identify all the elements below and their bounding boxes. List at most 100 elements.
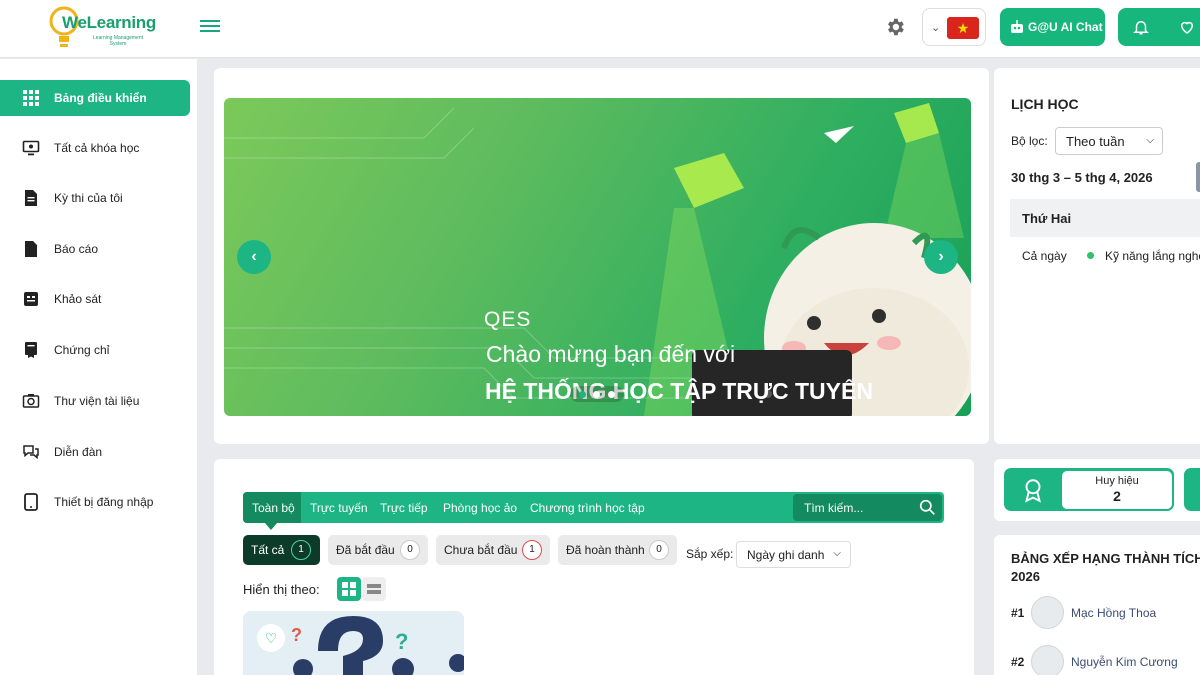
- carousel-dot[interactable]: [579, 391, 586, 398]
- pill-label: Đã bắt đầu: [336, 543, 395, 557]
- logo-text: WeLearning: [62, 13, 156, 32]
- filter-value: Theo tuần: [1066, 134, 1125, 149]
- sidebar-item-label: Khảo sát: [54, 292, 102, 306]
- tab-virtual-class[interactable]: Phòng học ảo: [443, 501, 517, 515]
- menu-toggle-icon[interactable]: [200, 17, 220, 35]
- logo-subtitle: Learning Management System: [92, 35, 144, 47]
- grid-view-button[interactable]: [337, 577, 361, 601]
- vietnam-flag-icon: ★: [947, 17, 979, 39]
- day-header: Thứ Hai: [1010, 199, 1200, 237]
- sidebar: Bảng điều khiển Tất cả khóa học Kỳ thi c…: [0, 59, 197, 675]
- banner-brand: QES: [484, 308, 532, 331]
- rank-name: Mạc Hồng Thoa: [1071, 606, 1157, 620]
- list-icon: [367, 584, 381, 594]
- event-name[interactable]: Kỹ năng lắng nghe: [1105, 249, 1200, 263]
- sidebar-item-dashboard[interactable]: Bảng điều khiển: [0, 80, 190, 116]
- document-icon: [25, 190, 37, 206]
- bell-icon[interactable]: [1132, 18, 1150, 36]
- sidebar-item-label: Tất cả khóa học: [54, 141, 140, 155]
- sidebar-item-reports[interactable]: Báo cáo: [0, 231, 190, 267]
- sidebar-item-label: Báo cáo: [54, 242, 99, 256]
- pill-count: 1: [522, 540, 542, 560]
- sidebar-item-label: Thiết bị đăng nhập: [54, 495, 154, 509]
- survey-icon: [24, 292, 38, 306]
- sidebar-item-library[interactable]: Thư viện tài liệu: [0, 383, 190, 419]
- search-icon[interactable]: [919, 499, 936, 516]
- rank-name: Nguyễn Kim Cương: [1071, 655, 1178, 669]
- tab-online[interactable]: Trực tuyến: [310, 501, 368, 515]
- sidebar-item-label: Kỳ thi của tôi: [54, 191, 123, 205]
- carousel-dots: [570, 386, 624, 402]
- active-tab-caret: [265, 523, 277, 530]
- file-icon: [25, 241, 37, 257]
- logo[interactable]: WeLearning Learning Management System: [48, 3, 156, 53]
- filter-started-pill[interactable]: Đã bắt đầu 0: [328, 535, 428, 565]
- event-status-dot: [1087, 252, 1094, 259]
- pill-label: Tất cả: [251, 543, 285, 557]
- badge-label: Huy hiệu: [1095, 475, 1139, 487]
- robot-icon: [1011, 20, 1023, 33]
- filter-not-started-pill[interactable]: Chưa bắt đầu 1: [436, 535, 550, 565]
- tab-offline[interactable]: Trực tiếp: [380, 501, 428, 515]
- day-label: Thứ Hai: [1022, 211, 1072, 226]
- badge-count: 2: [1113, 488, 1121, 504]
- filter-completed-pill[interactable]: Đã hoàn thành 0: [558, 535, 677, 565]
- sidebar-item-surveys[interactable]: Khảo sát: [0, 281, 190, 317]
- pill-count: 0: [649, 540, 669, 560]
- filter-all-pill[interactable]: Tất cả 1: [243, 535, 320, 565]
- sort-label: Sắp xếp:: [686, 547, 734, 561]
- search-input[interactable]: Tìm kiếm...: [804, 501, 863, 515]
- forum-icon: [23, 445, 39, 460]
- rank-number: #1: [1011, 606, 1025, 620]
- pill-count: 0: [400, 540, 420, 560]
- certificate-icon: [25, 342, 37, 358]
- grid-icon: [23, 90, 39, 106]
- sidebar-item-all-courses[interactable]: Tất cả khóa học: [0, 130, 190, 166]
- carousel-dot[interactable]: [593, 391, 600, 398]
- sort-value: Ngày ghi danh: [747, 548, 825, 562]
- svg-text:?: ?: [291, 625, 302, 645]
- pill-count: 1: [291, 540, 311, 560]
- sort-select[interactable]: Ngày ghi danh ⌵: [736, 541, 851, 568]
- welcome-banner: QES Chào mừng bạn đến với HỆ THỐNG HỌC T…: [224, 98, 971, 416]
- tab-program[interactable]: Chương trình học tập: [530, 501, 645, 515]
- monitor-icon: [22, 140, 40, 156]
- view-mode-label: Hiển thị theo:: [243, 582, 320, 597]
- badge-counter: Huy hiệu 2: [1062, 471, 1172, 509]
- medal-icon: [1025, 479, 1041, 503]
- heart-icon[interactable]: [1178, 18, 1196, 36]
- language-selector[interactable]: ⌄ ★: [922, 8, 986, 46]
- sidebar-item-forum[interactable]: Diễn đàn: [0, 434, 190, 470]
- pill-label: Đã hoàn thành: [566, 543, 645, 557]
- list-view-button[interactable]: [362, 577, 386, 601]
- next-week-button[interactable]: [1196, 162, 1200, 192]
- sidebar-item-label: Bảng điều khiển: [54, 91, 147, 105]
- rank-number: #2: [1011, 655, 1025, 669]
- tablet-icon: [24, 493, 38, 511]
- notification-actions: [1118, 8, 1200, 46]
- ranking-title: BẢNG XẾP HẠNG THÀNH TÍCH N 2026: [1011, 551, 1200, 584]
- tab-all[interactable]: Toàn bộ: [243, 492, 301, 523]
- avatar: [1031, 596, 1064, 629]
- banner-title: HỆ THỐNG HỌC TẬP TRỰC TUYẾN: [485, 378, 873, 404]
- top-bar: WeLearning Learning Management System ⌄ …: [0, 0, 1200, 58]
- sidebar-item-label: Thư viện tài liệu: [54, 394, 140, 408]
- secondary-badge-panel[interactable]: [1184, 468, 1200, 511]
- chevron-right-icon: ›: [938, 248, 944, 265]
- sidebar-item-label: Diễn đàn: [54, 445, 103, 459]
- sidebar-item-label: Chứng chỉ: [54, 343, 110, 357]
- banner-prev-button[interactable]: ‹: [237, 240, 271, 274]
- carousel-dot[interactable]: [608, 391, 615, 398]
- sidebar-item-certificates[interactable]: Chứng chỉ: [0, 332, 190, 368]
- gear-icon[interactable]: [884, 16, 906, 38]
- course-search[interactable]: Tìm kiếm...: [793, 494, 942, 521]
- sidebar-item-my-exams[interactable]: Kỳ thi của tôi: [0, 180, 190, 216]
- sidebar-item-devices[interactable]: Thiết bị đăng nhập: [0, 484, 190, 520]
- schedule-filter-select[interactable]: Theo tuần ⌵: [1055, 127, 1163, 155]
- banner-next-button[interactable]: ›: [924, 240, 958, 274]
- banner-headline: Chào mừng bạn đến với: [486, 341, 736, 367]
- favorite-button[interactable]: ♡: [257, 624, 285, 652]
- library-icon: [22, 394, 40, 408]
- chevron-left-icon: ‹: [251, 248, 257, 265]
- ai-chat-button[interactable]: G@U AI Chat: [1000, 8, 1105, 46]
